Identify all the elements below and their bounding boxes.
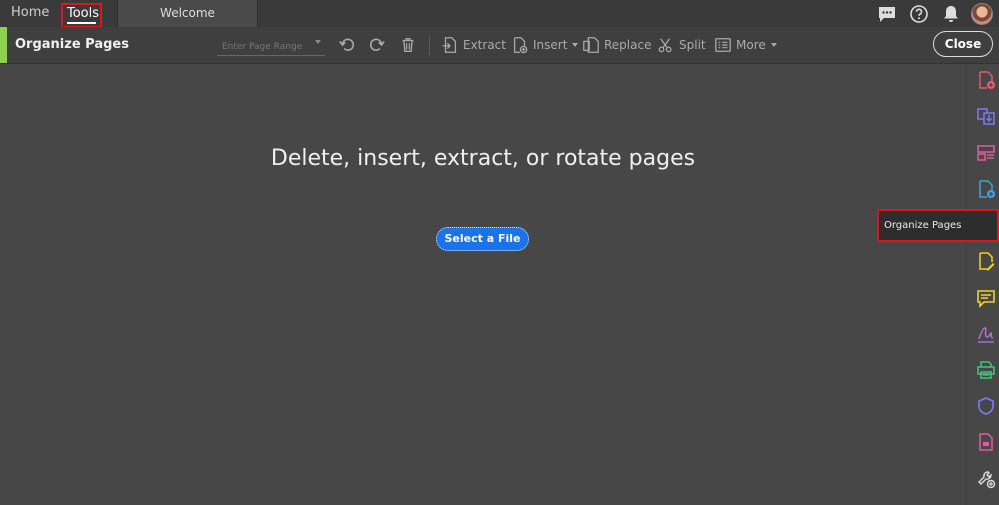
combine-files-icon[interactable] — [976, 179, 996, 199]
organize-pages-tooltip: Organize Pages — [877, 209, 999, 242]
more-options-icon — [715, 38, 731, 52]
help-icon[interactable] — [909, 4, 929, 24]
export-pdf-icon[interactable] — [976, 106, 996, 126]
comment-icon[interactable] — [976, 288, 996, 308]
extract-icon — [442, 37, 457, 53]
scissors-icon — [658, 38, 672, 53]
more-tools-icon[interactable] — [976, 469, 996, 489]
delete-button[interactable] — [399, 34, 417, 56]
bell-icon[interactable] — [941, 4, 961, 24]
chevron-down-icon — [770, 43, 777, 47]
page-range-field[interactable] — [217, 34, 325, 57]
extract-button[interactable]: Extract — [441, 34, 506, 56]
edit-pdf-icon[interactable] — [976, 143, 996, 163]
replace-icon — [583, 37, 599, 53]
replace-label: Replace — [604, 38, 652, 52]
print-production-icon[interactable] — [976, 360, 996, 380]
chevron-down-icon — [572, 43, 579, 47]
tool-accent-bar — [0, 27, 7, 63]
tool-toolbar: Organize Pages Extract Insert Replace Sp… — [0, 27, 999, 64]
select-file-button[interactable]: Select a File — [436, 227, 529, 251]
toolbar-divider — [429, 35, 430, 55]
create-pdf-icon[interactable] — [976, 70, 996, 90]
extract-label: Extract — [463, 38, 506, 52]
form-icon[interactable] — [976, 432, 996, 452]
top-nav: Home Tools Welcome — [0, 0, 999, 28]
page-headline: Delete, insert, extract, or rotate pages — [270, 146, 696, 171]
chevron-down-icon[interactable] — [315, 40, 321, 44]
rotate-left-icon — [339, 38, 355, 51]
insert-button[interactable]: Insert — [511, 34, 579, 56]
close-button[interactable]: Close — [933, 31, 993, 57]
rotate-right-icon — [369, 38, 385, 51]
page-range-input[interactable] — [217, 37, 309, 57]
split-label: Split — [679, 38, 706, 52]
active-underline — [67, 22, 96, 24]
replace-button[interactable]: Replace — [582, 34, 651, 56]
fill-sign-icon[interactable] — [976, 251, 996, 271]
insert-icon — [513, 37, 528, 54]
protect-icon[interactable] — [976, 396, 996, 416]
rotate-left-button[interactable] — [338, 34, 356, 56]
avatar[interactable] — [971, 3, 993, 25]
tool-title: Organize Pages — [15, 37, 129, 52]
nav-tools[interactable]: Tools — [61, 3, 102, 28]
more-label: More — [736, 38, 766, 52]
insert-label: Insert — [533, 38, 568, 52]
rotate-right-button[interactable] — [368, 34, 386, 56]
tab-welcome[interactable]: Welcome — [117, 0, 258, 27]
chat-icon[interactable] — [877, 4, 897, 24]
sign-icon[interactable] — [976, 324, 996, 344]
nav-home[interactable]: Home — [11, 0, 49, 27]
more-button[interactable]: More — [714, 34, 777, 56]
trash-icon — [402, 38, 414, 52]
split-button[interactable]: Split — [657, 34, 706, 56]
nav-tools-label: Tools — [67, 6, 100, 21]
